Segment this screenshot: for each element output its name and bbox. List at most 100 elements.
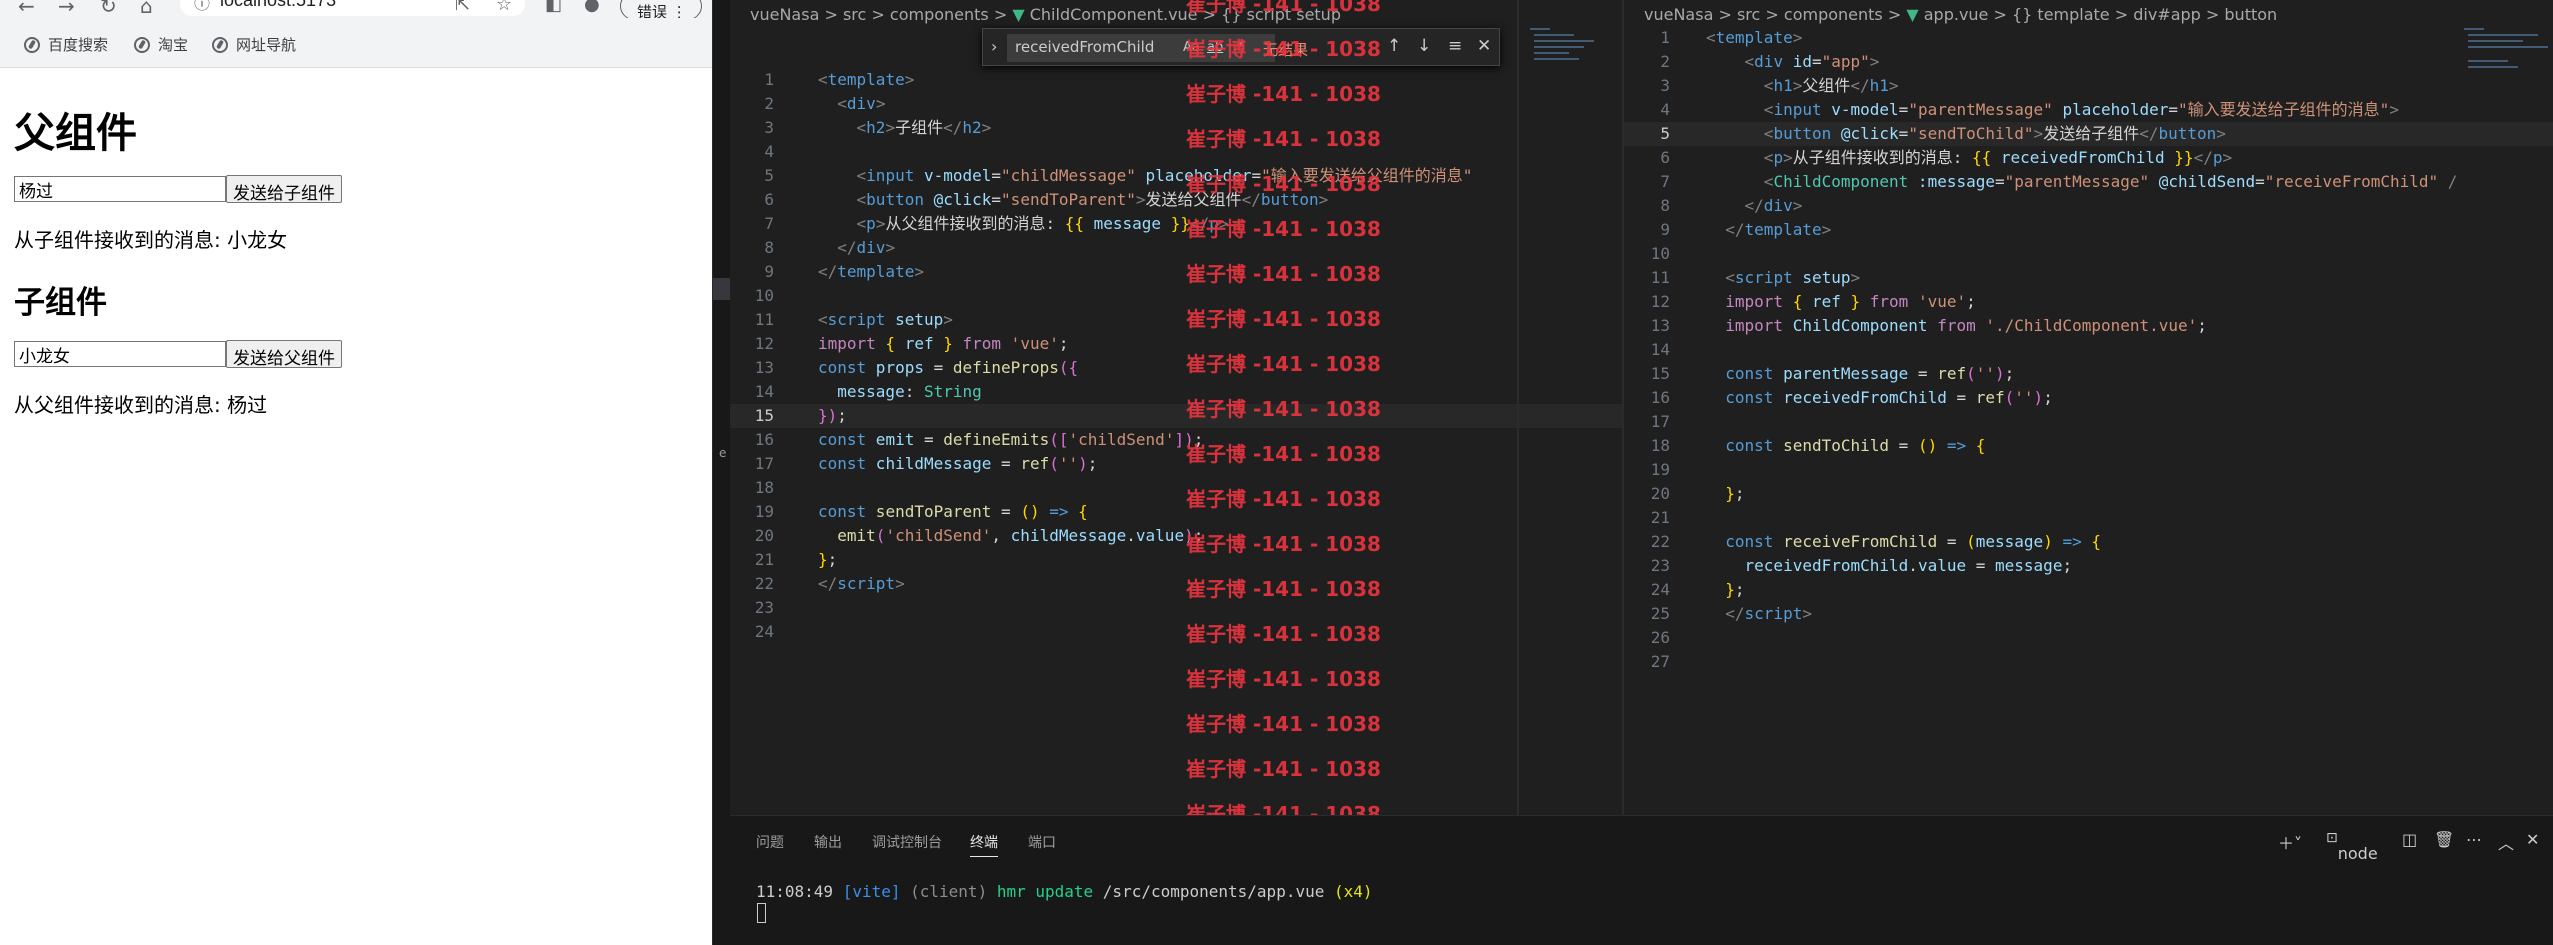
breadcrumb-item[interactable]: button xyxy=(2224,5,2277,24)
code-line[interactable]: 19 const sendToParent = () => { xyxy=(730,500,1623,524)
code-line[interactable]: 24 }; xyxy=(1624,578,2553,602)
trash-icon[interactable]: 🗑 xyxy=(2434,830,2454,849)
line-number[interactable]: 5 xyxy=(1630,122,1670,146)
code-line[interactable]: 13 import ChildComponent from './ChildCo… xyxy=(1624,314,2553,338)
close-panel-icon[interactable]: ✕ xyxy=(2526,830,2539,849)
home-icon[interactable]: ⌂ xyxy=(140,0,153,18)
line-number[interactable]: 22 xyxy=(1630,530,1670,554)
line-number[interactable]: 13 xyxy=(1630,314,1670,338)
line-number[interactable]: 2 xyxy=(1630,50,1670,74)
code-line[interactable]: 5 <button @click="sendToChild">发送给子组件</b… xyxy=(1624,122,2553,146)
line-number[interactable]: 20 xyxy=(734,524,774,548)
code-line[interactable]: 23 receivedFromChild.value = message; xyxy=(1624,554,2553,578)
code-line[interactable]: 14 xyxy=(1624,338,2553,362)
line-number[interactable]: 14 xyxy=(734,380,774,404)
line-number[interactable]: 10 xyxy=(734,284,774,308)
line-number[interactable]: 13 xyxy=(734,356,774,380)
line-number[interactable]: 26 xyxy=(1630,626,1670,650)
code-line[interactable]: 10 xyxy=(1624,242,2553,266)
tab-debug-console[interactable]: 调试控制台 xyxy=(872,832,942,852)
split-terminal-icon[interactable]: ◫ xyxy=(2402,830,2417,849)
code-line[interactable]: 17 xyxy=(1624,410,2553,434)
tab-terminal[interactable]: 终端 xyxy=(970,832,998,857)
error-button[interactable]: 错误 ⋮ xyxy=(620,0,702,21)
code-line[interactable]: 12 import { ref } from 'vue'; xyxy=(1624,290,2553,314)
code-line[interactable]: 19 xyxy=(1624,458,2553,482)
toggle-replace-icon[interactable]: › xyxy=(991,37,997,56)
breadcrumb-item[interactable]: components xyxy=(1784,5,1883,24)
breadcrumb-item[interactable]: {} template xyxy=(2012,5,2110,24)
line-number[interactable]: 2 xyxy=(734,92,774,116)
code-line[interactable]: 17 const childMessage = ref(''); xyxy=(730,452,1623,476)
address-bar[interactable]: ⓘ localhost:5173 xyxy=(180,0,525,16)
code-line[interactable]: 27 xyxy=(1624,650,2553,674)
code-line[interactable]: 8 </div> xyxy=(730,236,1623,260)
find-in-selection-icon[interactable]: ≡ xyxy=(1448,36,1462,56)
sidepanel-icon[interactable]: ◧ xyxy=(545,0,562,15)
line-number[interactable]: 9 xyxy=(734,260,774,284)
line-number[interactable]: 8 xyxy=(734,236,774,260)
breadcrumb-item[interactable]: vueNasa xyxy=(1644,5,1713,24)
tab-ports[interactable]: 端口 xyxy=(1028,832,1056,852)
editor-app-vue[interactable]: vueNasa > src > components > ▼ app.vue >… xyxy=(1622,0,2553,815)
code-line[interactable]: 2 <div id="app"> xyxy=(1624,50,2553,74)
code-line[interactable]: 5 <input v-model="childMessage" placehol… xyxy=(730,164,1623,188)
code-line[interactable]: 10 xyxy=(730,284,1623,308)
breadcrumb-item[interactable]: components xyxy=(890,5,989,24)
minimap[interactable] xyxy=(1530,20,1620,80)
terminal-profile[interactable]: ⊡ node xyxy=(2326,830,2378,863)
close-icon[interactable]: ✕ xyxy=(1477,36,1491,56)
breadcrumb-item[interactable]: app.vue xyxy=(1924,5,1989,24)
line-number[interactable]: 1 xyxy=(1630,26,1670,50)
code-line[interactable]: 25 </script> xyxy=(1624,602,2553,626)
next-match-icon[interactable]: ↓ xyxy=(1417,36,1431,56)
code-line[interactable]: 9 </template> xyxy=(1624,218,2553,242)
code-line[interactable]: 6 <button @click="sendToParent">发送给父组件</… xyxy=(730,188,1623,212)
line-number[interactable]: 17 xyxy=(1630,410,1670,434)
forward-icon[interactable]: → xyxy=(58,0,75,18)
line-number[interactable]: 3 xyxy=(734,116,774,140)
line-number[interactable]: 5 xyxy=(734,164,774,188)
line-number[interactable]: 11 xyxy=(1630,266,1670,290)
code-line[interactable]: 26 xyxy=(1624,626,2553,650)
line-number[interactable]: 6 xyxy=(734,188,774,212)
code-line[interactable]: 22 const receiveFromChild = (message) =>… xyxy=(1624,530,2553,554)
line-number[interactable]: 11 xyxy=(734,308,774,332)
code-line[interactable]: 22 </script> xyxy=(730,572,1623,596)
send-to-child-button[interactable]: 发送给子组件 xyxy=(226,175,342,204)
bookmark-nav[interactable]: 网址导航 xyxy=(212,34,296,55)
breadcrumb-item[interactable]: ChildComponent.vue xyxy=(1030,5,1198,24)
reload-icon[interactable]: ↻ xyxy=(100,0,117,18)
share-icon[interactable]: ⇱ xyxy=(455,0,470,15)
child-message-input[interactable] xyxy=(14,341,226,367)
line-number[interactable]: 21 xyxy=(1630,506,1670,530)
line-number[interactable]: 19 xyxy=(1630,458,1670,482)
tab-output[interactable]: 输出 xyxy=(814,832,842,852)
previous-match-icon[interactable]: ↑ xyxy=(1387,36,1401,56)
code-line[interactable]: 15 const parentMessage = ref(''); xyxy=(1624,362,2553,386)
back-icon[interactable]: ← xyxy=(18,0,35,18)
star-icon[interactable]: ☆ xyxy=(496,0,512,15)
parent-message-input[interactable] xyxy=(14,176,226,202)
code-line[interactable]: 23 xyxy=(730,596,1623,620)
code-line[interactable]: 2 <div> xyxy=(730,92,1623,116)
line-number[interactable]: 16 xyxy=(734,428,774,452)
code-line[interactable]: 7 <p>从父组件接收到的消息: {{ message }}</p> xyxy=(730,212,1623,236)
breadcrumb-item[interactable]: src xyxy=(843,5,866,24)
new-terminal-icon[interactable]: ＋˅ xyxy=(2278,830,2302,854)
code-line[interactable]: 4 <input v-model="parentMessage" placeho… xyxy=(1624,98,2553,122)
send-to-parent-button[interactable]: 发送给父组件 xyxy=(226,340,342,369)
code-line[interactable]: 6 <p>从子组件接收到的消息: {{ receivedFromChild }}… xyxy=(1624,146,2553,170)
site-info-icon[interactable]: ⓘ xyxy=(194,0,210,14)
line-number[interactable]: 4 xyxy=(734,140,774,164)
code-line[interactable]: 18 xyxy=(730,476,1623,500)
breadcrumb-item[interactable]: src xyxy=(1737,5,1760,24)
line-number[interactable]: 24 xyxy=(1630,578,1670,602)
line-number[interactable]: 1 xyxy=(734,68,774,92)
line-number[interactable]: 17 xyxy=(734,452,774,476)
line-number[interactable]: 7 xyxy=(734,212,774,236)
line-number[interactable]: 7 xyxy=(1630,170,1670,194)
line-number[interactable]: 16 xyxy=(1630,386,1670,410)
minimap[interactable] xyxy=(2464,20,2553,80)
code-line[interactable]: 11 <script setup> xyxy=(730,308,1623,332)
